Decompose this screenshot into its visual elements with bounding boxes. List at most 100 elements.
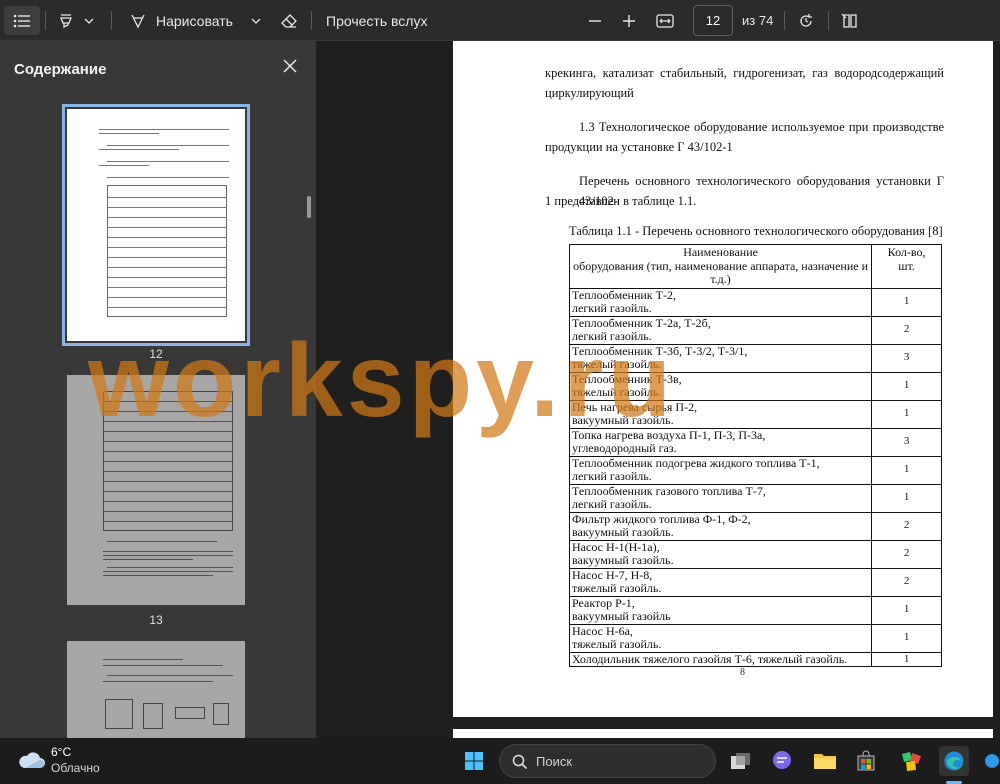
cell-line: Насос Н-7, Н-8, xyxy=(572,567,653,582)
name-cell: Печь нагрева сырья П-2, вакуумный газойль… xyxy=(568,399,873,429)
cell-line: вакуумный газойль. xyxy=(572,553,674,567)
highlighter-icon xyxy=(60,13,72,28)
document-page: крекинга, катализат стабильный, гидроген… xyxy=(453,41,993,717)
name-cell: Холодильник тяжелого газойля Т-6, тяжелы… xyxy=(568,651,873,667)
cell-line: Печь нагрева сырья П-2, xyxy=(572,399,698,414)
column-header-name: Наименование оборудования (тип, наименов… xyxy=(568,244,873,289)
rotate-button[interactable] xyxy=(792,6,820,35)
eraser-icon xyxy=(281,13,297,28)
table-header-row: Наименование оборудования (тип, наименов… xyxy=(568,244,942,289)
weather-temperature: 6°C xyxy=(51,745,72,759)
table-row: Реактор Р-1, вакуумный газойль 1 xyxy=(568,595,942,625)
cell-line: Теплообменник Т-2, xyxy=(572,287,676,302)
table-row: Фильтр жидкого топлива Ф-1, Ф-2, вакуумны… xyxy=(568,511,942,541)
browser-button[interactable] xyxy=(984,746,1000,776)
cell-line: Теплообменник подогрева жидкого топлива … xyxy=(572,455,820,470)
separator xyxy=(111,11,112,30)
qty-cell: 2 xyxy=(871,315,942,345)
document-viewer[interactable]: крекинга, катализат стабильный, гидроген… xyxy=(316,41,1000,738)
table-row: Теплообменник Т-3в, тяжелый газойль. 1 xyxy=(568,371,942,401)
cell-line: Фильтр жидкого топлива Ф-1, Ф-2, xyxy=(572,511,751,526)
page-thumbnail-12[interactable] xyxy=(62,104,250,346)
fit-page-button[interactable] xyxy=(651,6,679,35)
start-button[interactable] xyxy=(459,746,489,776)
list-icon xyxy=(13,14,30,27)
qty-cell: 3 xyxy=(871,343,942,373)
table-row: Топка нагрева воздуха П-1, П-3, П-3а, угл… xyxy=(568,427,942,457)
equipment-table: Наименование оборудования (тип, наименов… xyxy=(568,244,942,667)
cell-line: легкий газойль. xyxy=(572,497,652,511)
paragraph-line: 1 представлен в таблице 1.1. xyxy=(545,194,697,208)
eraser-button[interactable] xyxy=(276,6,302,35)
draw-label: Нарисовать xyxy=(156,12,233,29)
header-line: оборудования (тип, наименование аппарата… xyxy=(573,258,869,273)
page-total: из 74 xyxy=(742,13,774,28)
cell-line: легкий газойль. xyxy=(572,301,652,315)
header-line: шт. xyxy=(898,258,915,273)
cell-line: Теплообменник Т-3б, Т-3/2, Т-3/1, xyxy=(572,343,748,358)
table-row: Насос Н-6а, тяжелый газойль. 1 xyxy=(568,623,942,653)
read-aloud-button[interactable]: Прочесть вслух xyxy=(322,6,432,35)
cloud-icon xyxy=(19,752,45,768)
zoom-in-button[interactable] xyxy=(616,6,642,35)
name-cell: Реактор Р-1, вакуумный газойль xyxy=(568,595,873,625)
task-view-button[interactable] xyxy=(726,746,756,776)
name-cell: Насос Н-1(Н-1а), вакуумный газойль. xyxy=(568,539,873,569)
read-aloud-label: Прочесть вслух xyxy=(326,12,428,29)
store-button[interactable] xyxy=(851,746,881,776)
contents-panel: Содержание 12 13 xyxy=(0,41,316,738)
cell-line: легкий газойль. xyxy=(572,469,652,483)
page-number-input[interactable]: 12 xyxy=(693,5,733,36)
separator xyxy=(45,11,46,30)
weather-widget[interactable] xyxy=(16,748,46,774)
edge-icon xyxy=(944,751,964,771)
name-cell: Насос Н-7, Н-8, тяжелый газойль. xyxy=(568,567,873,597)
chat-app-button[interactable] xyxy=(767,746,797,776)
name-cell: Топка нагрева воздуха П-1, П-3, П-3а, угл… xyxy=(568,427,873,457)
weather-condition: Облачно xyxy=(51,761,100,775)
cell-line: Реактор Р-1, xyxy=(572,595,635,610)
chevron-down-icon xyxy=(251,18,261,24)
thumbnail-page-number: 12 xyxy=(149,347,163,361)
close-panel-button[interactable] xyxy=(280,56,300,76)
header-line: т.д.) xyxy=(710,272,731,286)
separator xyxy=(784,11,785,30)
cell-line: тяжелый газойль. xyxy=(572,357,662,371)
name-cell: Теплообменник газового топлива Т-7, легки… xyxy=(568,483,873,513)
contents-toggle-button[interactable] xyxy=(4,6,40,35)
taskbar: 6°C Облачно Поиск xyxy=(0,738,1000,784)
cell-line: Теплообменник Т-2а, Т-2б, xyxy=(572,315,711,330)
fit-width-icon xyxy=(656,13,674,28)
page-number: 8 xyxy=(740,667,745,678)
cell-line: вакуумный газойль. xyxy=(572,525,674,539)
photos-app-button[interactable] xyxy=(897,746,927,776)
draw-button[interactable]: Нарисовать xyxy=(126,6,272,35)
zoom-out-button[interactable] xyxy=(582,6,608,35)
qty-cell: 1 xyxy=(871,483,942,513)
windows-logo-icon xyxy=(465,752,483,770)
browser-icon xyxy=(985,754,999,768)
panel-scrollbar[interactable] xyxy=(307,196,311,218)
qty-cell: 1 xyxy=(871,399,942,429)
draw-icon xyxy=(131,14,145,28)
cell-line: вакуумный газойль. xyxy=(572,413,674,427)
cell-line: Насос Н-6а, xyxy=(572,623,633,638)
chat-icon xyxy=(773,751,791,769)
cell-line: легкий газойль. xyxy=(572,329,652,343)
page-view-button[interactable] xyxy=(836,6,864,35)
table-row: Теплообменник газового топлива Т-7, легки… xyxy=(568,483,942,513)
file-explorer-button[interactable] xyxy=(810,746,840,776)
cell-line: тяжелый газойль. xyxy=(572,637,662,651)
paragraph-line: крекинга, катализат стабильный, гидроген… xyxy=(545,66,944,80)
qty-cell: 3 xyxy=(871,427,942,457)
table-row: Теплообменник подогрева жидкого топлива … xyxy=(568,455,942,485)
taskbar-search[interactable]: Поиск xyxy=(499,744,716,778)
qty-cell: 1 xyxy=(871,455,942,485)
name-cell: Теплообменник подогрева жидкого топлива … xyxy=(568,455,873,485)
name-cell: Фильтр жидкого топлива Ф-1, Ф-2, вакуумны… xyxy=(568,511,873,541)
qty-cell: 2 xyxy=(871,539,942,569)
page-thumbnail-14[interactable] xyxy=(67,641,245,738)
highlight-button[interactable] xyxy=(52,6,100,35)
edge-browser-button[interactable] xyxy=(939,746,969,776)
page-thumbnail-13[interactable] xyxy=(67,375,245,605)
